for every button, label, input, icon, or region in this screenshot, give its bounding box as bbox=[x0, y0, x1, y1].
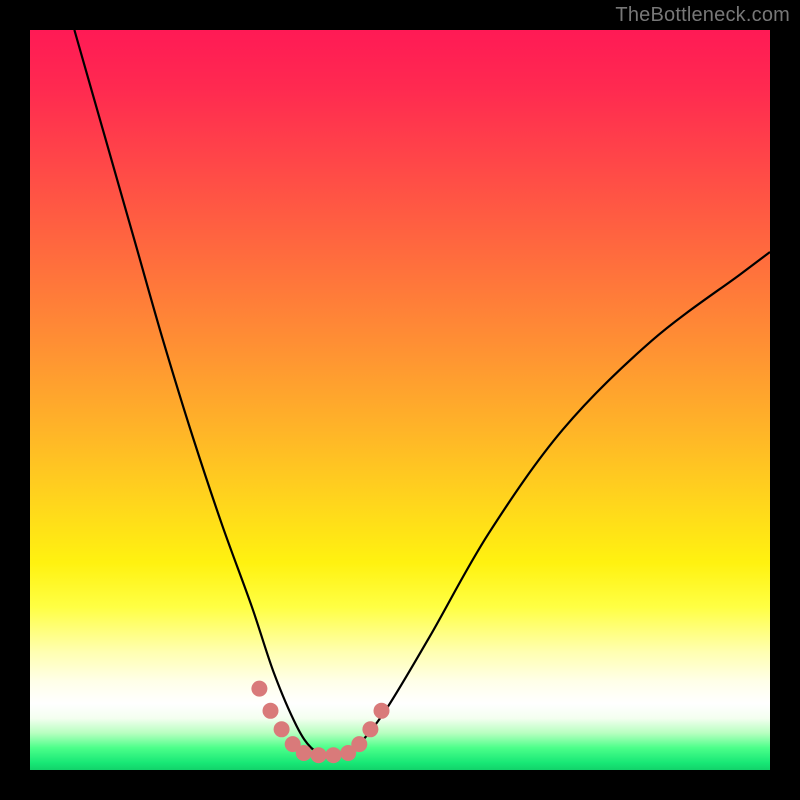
bead-dot bbox=[362, 721, 378, 737]
chart-svg bbox=[30, 30, 770, 770]
curve-beads bbox=[251, 681, 389, 764]
bead-dot bbox=[374, 703, 390, 719]
bead-dot bbox=[274, 721, 290, 737]
plot-area bbox=[30, 30, 770, 770]
chart-frame: TheBottleneck.com bbox=[0, 0, 800, 800]
bead-dot bbox=[251, 681, 267, 697]
bead-dot bbox=[351, 736, 367, 752]
bead-dot bbox=[325, 747, 341, 763]
bead-dot bbox=[296, 745, 312, 761]
bead-dot bbox=[263, 703, 279, 719]
watermark-text: TheBottleneck.com bbox=[615, 4, 790, 27]
bead-dot bbox=[311, 747, 327, 763]
curve-line bbox=[74, 30, 770, 756]
